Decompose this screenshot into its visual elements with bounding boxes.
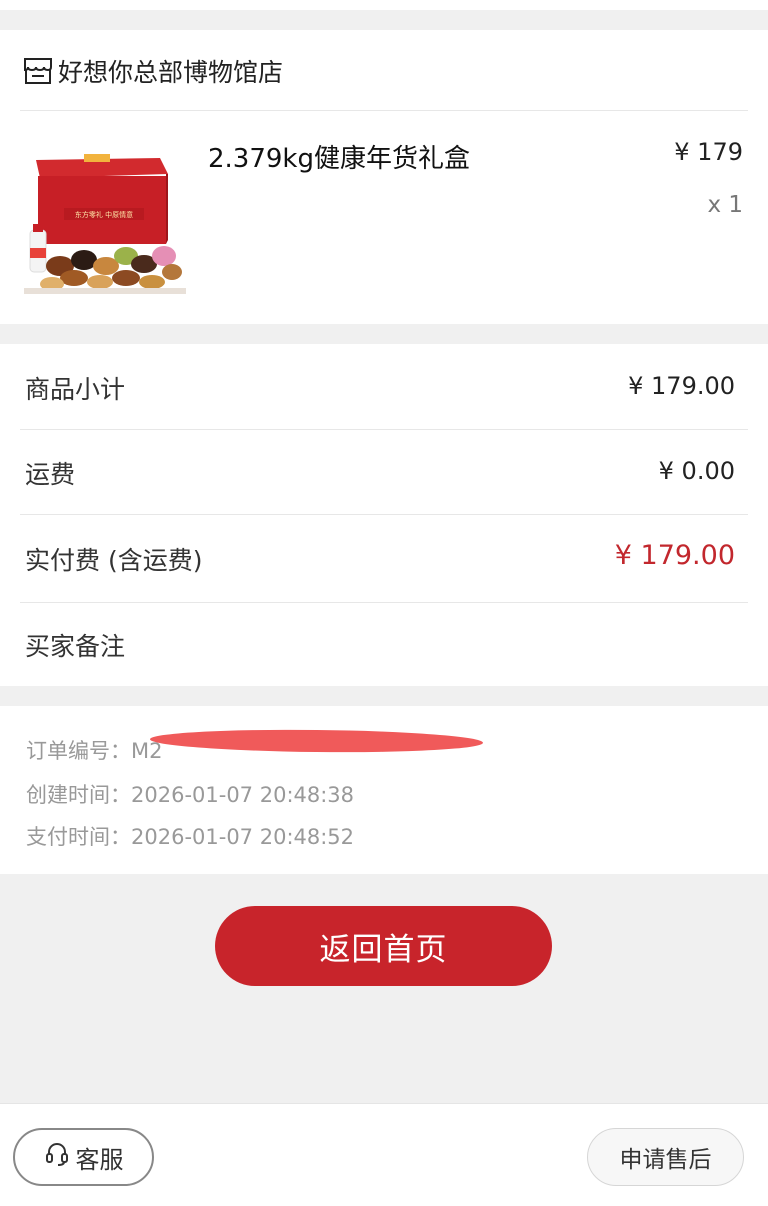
paid-total-label: 实付费 (含运费): [25, 546, 203, 575]
divider: [20, 110, 748, 111]
product-image[interactable]: 东方零礼 中原情意: [22, 148, 188, 298]
divider: [20, 429, 748, 430]
store-header[interactable]: 好想你总部博物馆店: [22, 54, 283, 88]
customer-service-label: 客服: [75, 1145, 124, 1174]
product-title[interactable]: 2.379kg健康年货礼盒: [208, 138, 470, 175]
redaction-mark: [149, 728, 484, 754]
order-number: 订单编号：M2: [26, 739, 163, 763]
product-price: ¥ 179: [674, 138, 743, 166]
subtotal-label: 商品小计: [25, 375, 126, 404]
store-card: 好想你总部博物馆店 东方零礼 中原情意 2.379kg健康年货礼盒 ¥ 179 …: [0, 30, 768, 324]
payment-time: 支付时间：2026-01-07 20:48:52: [26, 825, 355, 849]
order-info-card: 订单编号：M2 创建时间：2026-01-07 20:48:38 支付时间：20…: [0, 706, 768, 874]
store-name: 好想你总部博物馆店: [58, 58, 284, 87]
divider: [20, 602, 748, 603]
top-strip: [0, 0, 768, 10]
bottom-action-bar: 客服 申请售后: [0, 1103, 768, 1206]
headset-icon: [44, 1141, 70, 1173]
shipping-label: 运费: [25, 460, 76, 489]
shipping-value: ¥ 0.00: [658, 457, 735, 485]
apply-aftersale-button[interactable]: 申请售后: [587, 1128, 744, 1186]
subtotal-value: ¥ 179.00: [628, 372, 735, 400]
buyer-note-label[interactable]: 买家备注: [25, 627, 125, 663]
product-quantity: x 1: [707, 192, 743, 218]
paid-total-value: ¥ 179.00: [614, 540, 735, 571]
created-time: 创建时间：2026-01-07 20:48:38: [26, 783, 355, 807]
price-summary-card: 商品小计 ¥ 179.00 运费 ¥ 0.00 实付费 (含运费) ¥ 179.…: [0, 344, 768, 686]
customer-service-button[interactable]: 客服: [13, 1128, 154, 1186]
box-label: 东方零礼 中原情意: [75, 210, 133, 219]
store-icon: [22, 56, 54, 86]
divider: [20, 514, 748, 515]
return-home-button[interactable]: 返回首页: [215, 906, 552, 986]
